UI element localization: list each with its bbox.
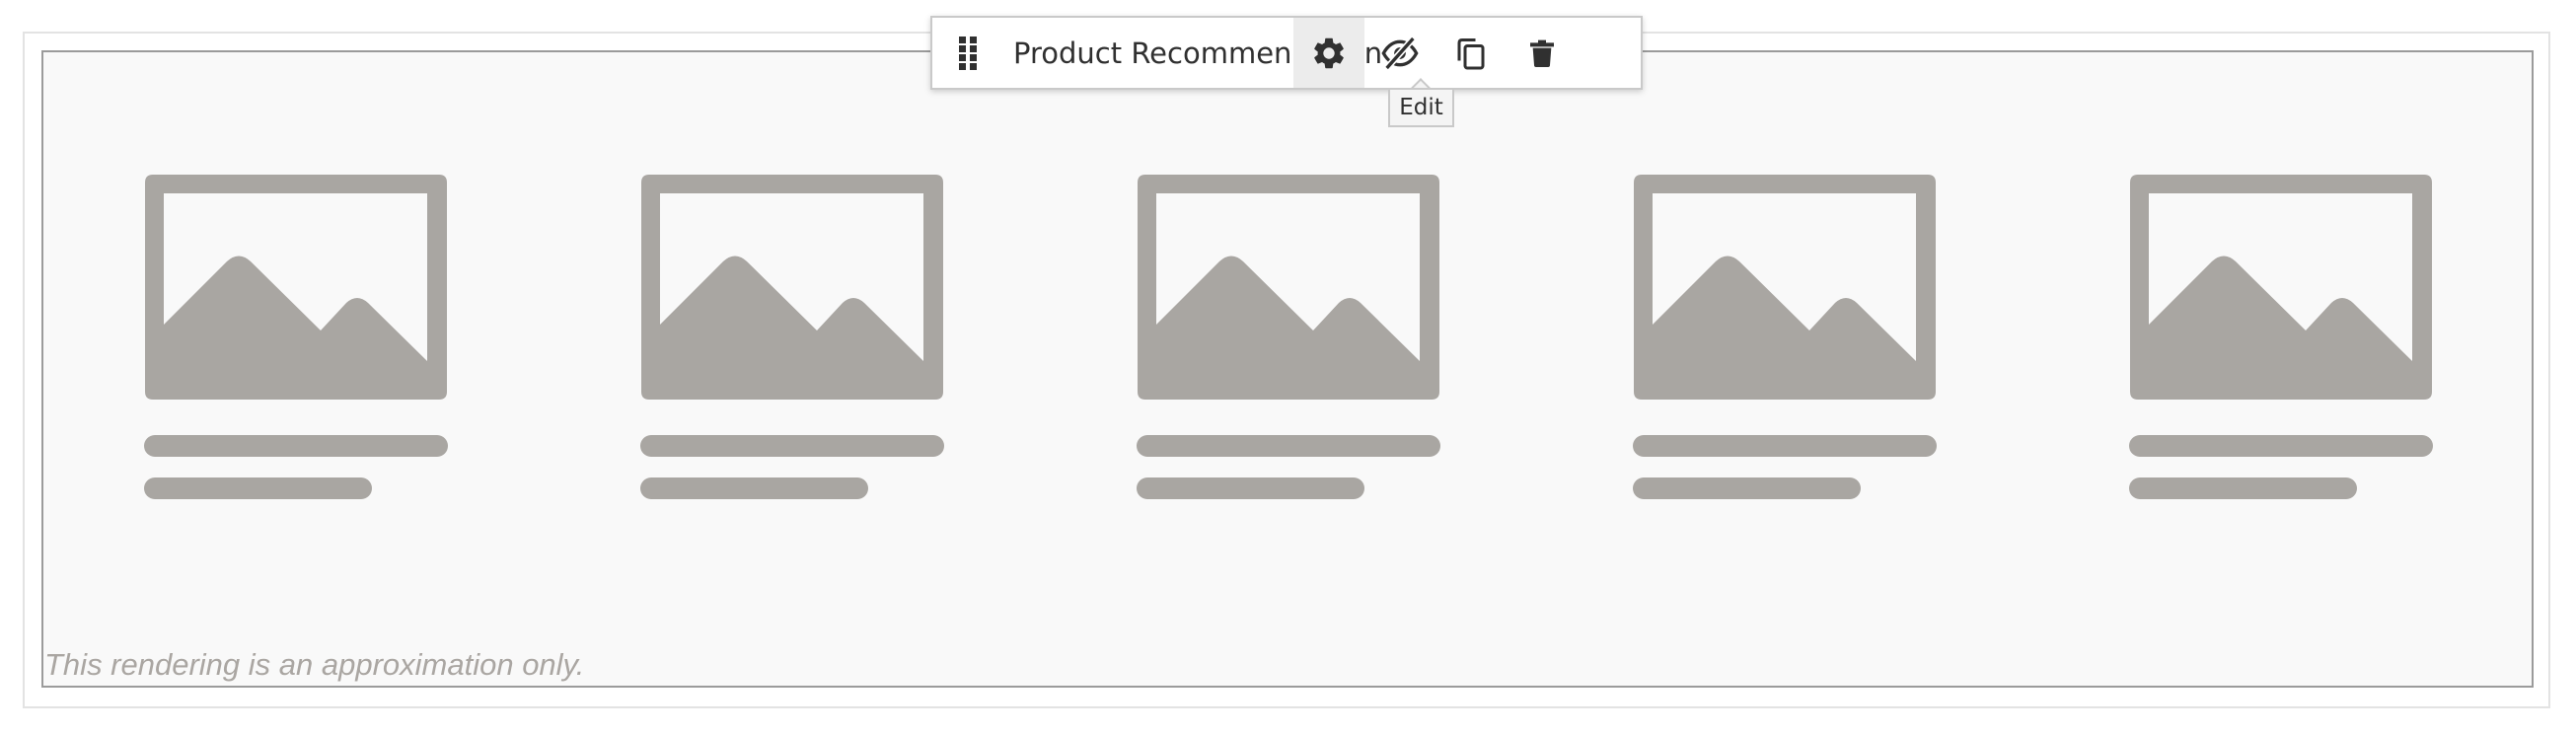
image-placeholder-icon	[145, 175, 447, 400]
copy-icon	[1457, 37, 1485, 69]
image-placeholder-icon	[1138, 175, 1439, 400]
trash-icon	[1530, 39, 1554, 67]
eye-slash-icon	[1381, 36, 1419, 70]
subtitle-line-placeholder	[144, 477, 372, 499]
drag-handle[interactable]	[932, 18, 1003, 88]
component-title: Product Recommendation	[1013, 36, 1383, 70]
title-line-placeholder	[640, 435, 944, 457]
image-placeholder-icon	[1634, 175, 1936, 400]
subtitle-line-placeholder	[1137, 477, 1364, 499]
subtitle-line-placeholder	[640, 477, 868, 499]
duplicate-button[interactable]	[1435, 18, 1507, 88]
subtitle-line-placeholder	[2129, 477, 2357, 499]
title-line-placeholder	[1137, 435, 1440, 457]
component-toolbar: Product Recommendation	[930, 16, 1643, 90]
delete-button[interactable]	[1507, 18, 1578, 88]
image-placeholder-icon	[641, 175, 943, 400]
approximation-disclaimer: This rendering is an approximation only.	[44, 647, 585, 682]
edit-button[interactable]	[1293, 18, 1364, 88]
gear-icon	[1314, 37, 1344, 68]
title-line-placeholder	[1633, 435, 1937, 457]
edit-tooltip: Edit	[1388, 88, 1454, 127]
subtitle-line-placeholder	[1633, 477, 1861, 499]
image-placeholder-icon	[2130, 175, 2432, 400]
title-line-placeholder	[2129, 435, 2433, 457]
drag-handle-icon	[959, 36, 977, 70]
product-recommendation-widget[interactable]: This rendering is an approximation only.	[41, 50, 2534, 688]
hide-button[interactable]	[1364, 18, 1435, 88]
title-line-placeholder	[144, 435, 448, 457]
